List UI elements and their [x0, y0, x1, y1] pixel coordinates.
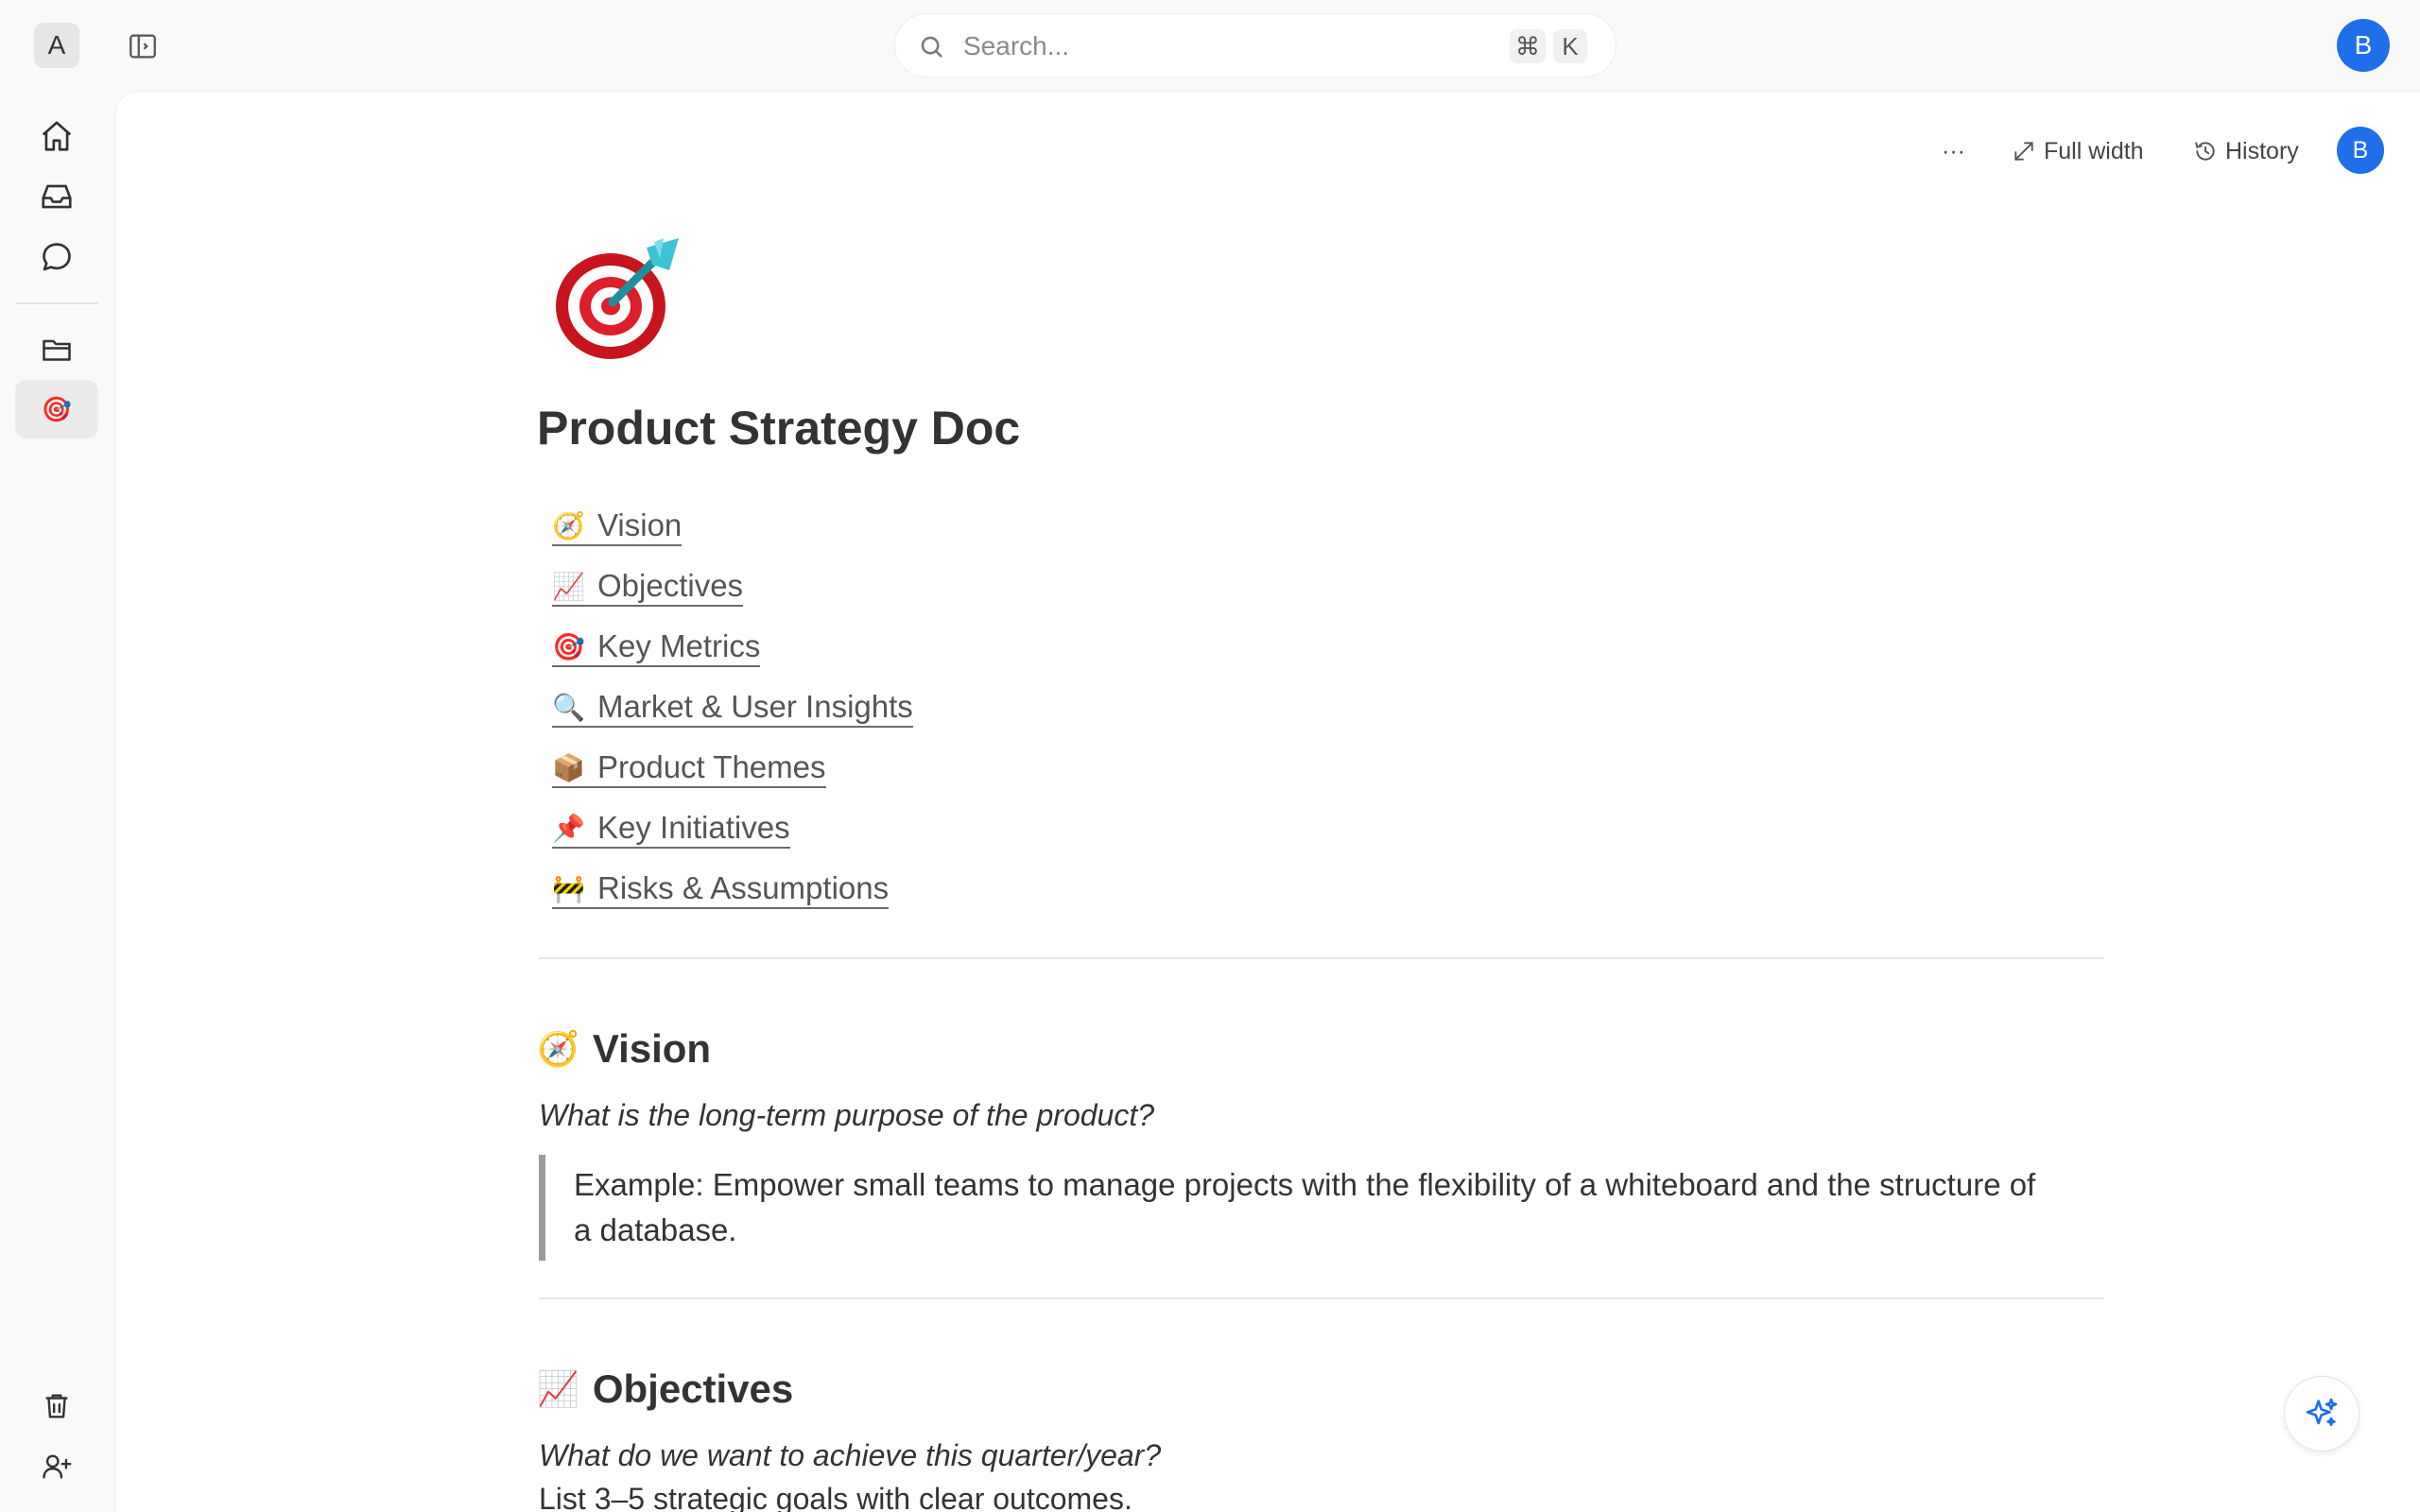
- compass-icon: 🧭: [552, 510, 585, 541]
- section-divider: [539, 957, 2104, 959]
- history-label: History: [2225, 137, 2299, 164]
- toc-label: Vision: [597, 507, 683, 542]
- search-bar[interactable]: Search... ⌘ K: [894, 13, 1616, 77]
- chart-up-icon: 📈: [552, 571, 585, 601]
- vision-prompt[interactable]: What is the long-term purpose of the pro…: [539, 1098, 1154, 1133]
- rail-page-target-icon[interactable]: 🎯: [38, 390, 76, 428]
- compass-icon: 🧭: [537, 1029, 579, 1068]
- add-user-icon[interactable]: [38, 1448, 76, 1486]
- search-placeholder: Search...: [963, 31, 1070, 60]
- objectives-heading[interactable]: 📈 Objectives: [537, 1366, 793, 1412]
- toc-label: Product Themes: [597, 749, 826, 784]
- top-bar: A Search... ⌘ K B: [0, 0, 2420, 91]
- toc-link-vision[interactable]: 🧭 Vision: [552, 507, 683, 546]
- vision-blockquote[interactable]: Example: Empower small teams to manage p…: [539, 1155, 2051, 1261]
- history-button[interactable]: History: [2193, 132, 2299, 170]
- construction-icon: 🚧: [552, 873, 585, 903]
- sparkles-icon: [2306, 1398, 2338, 1426]
- objectives-text[interactable]: List 3–5 strategic goals with clear outc…: [539, 1482, 1132, 1512]
- search-icon: [918, 33, 946, 61]
- pushpin-icon: 📌: [552, 813, 585, 843]
- toc-link-risks[interactable]: 🚧 Risks & Assumptions: [552, 870, 890, 909]
- more-options-button[interactable]: ···: [1942, 132, 1965, 170]
- toc-label: Key Metrics: [597, 628, 761, 663]
- shortcut-cmd-key: ⌘: [1510, 29, 1546, 63]
- folder-icon[interactable]: [38, 331, 76, 369]
- target-icon: 🎯: [552, 631, 585, 662]
- toc-label: Risks & Assumptions: [597, 870, 890, 905]
- toc-link-key-metrics[interactable]: 🎯 Key Metrics: [552, 628, 761, 667]
- page-title[interactable]: Product Strategy Doc: [537, 401, 1020, 455]
- package-icon: 📦: [552, 752, 585, 782]
- toc-link-key-initiatives[interactable]: 📌 Key Initiatives: [552, 810, 790, 849]
- chat-icon[interactable]: [38, 238, 76, 276]
- toc-link-product-themes[interactable]: 📦 Product Themes: [552, 749, 826, 788]
- vision-heading-text: Vision: [592, 1026, 712, 1071]
- full-width-button[interactable]: Full width: [2012, 132, 2144, 170]
- section-divider: [539, 1297, 2104, 1299]
- shortcut-k-key: K: [1553, 29, 1587, 63]
- magnifier-icon: 🔍: [552, 692, 585, 722]
- sidebar-toggle-icon[interactable]: [127, 30, 159, 62]
- user-avatar[interactable]: B: [2337, 19, 2390, 72]
- chart-up-icon: 📈: [537, 1369, 579, 1408]
- expand-icon: [2014, 142, 2033, 161]
- home-icon[interactable]: [38, 117, 76, 155]
- vision-quote-text: Example: Empower small teams to manage p…: [574, 1167, 2036, 1247]
- collaborator-avatar[interactable]: B: [2337, 127, 2384, 174]
- rail-divider: [15, 302, 98, 304]
- toc-link-market-insights[interactable]: 🔍 Market & User Insights: [552, 689, 913, 728]
- toc-link-objectives[interactable]: 📈 Objectives: [552, 568, 744, 607]
- toc-label: Market & User Insights: [597, 689, 913, 724]
- full-width-label: Full width: [2044, 137, 2144, 164]
- objectives-heading-text: Objectives: [592, 1366, 794, 1411]
- history-icon: [2195, 142, 2215, 161]
- objectives-prompt[interactable]: What do we want to achieve this quarter/…: [539, 1438, 1161, 1473]
- vision-heading[interactable]: 🧭 Vision: [537, 1026, 711, 1072]
- trash-icon[interactable]: [38, 1387, 76, 1425]
- inbox-icon[interactable]: [38, 178, 76, 215]
- toc-label: Objectives: [597, 568, 744, 603]
- toc-label: Key Initiatives: [597, 810, 790, 845]
- ai-assistant-button[interactable]: [2284, 1376, 2360, 1452]
- page-icon-target[interactable]: [548, 232, 690, 365]
- workspace-avatar[interactable]: A: [34, 23, 79, 68]
- more-icon: ···: [1942, 137, 1965, 164]
